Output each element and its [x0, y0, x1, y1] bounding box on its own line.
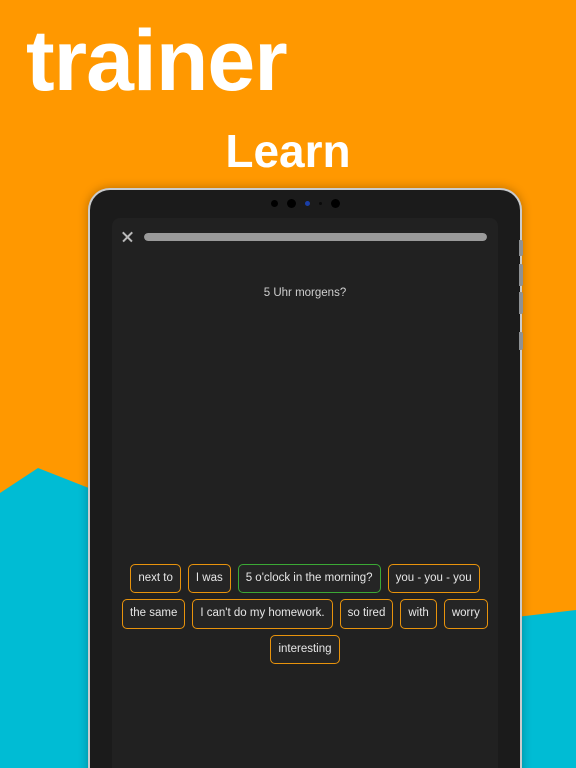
answer-chip[interactable]: interesting	[270, 634, 340, 664]
question-prompt: 5 Uhr morgens?	[263, 287, 347, 299]
brand-title: trainer	[26, 13, 288, 109]
camera-dot-icon	[330, 199, 340, 208]
close-icon[interactable]	[121, 230, 134, 243]
camera-dot-icon	[270, 200, 278, 207]
page-subtitle: Learn	[225, 125, 351, 177]
camera-dot-icon	[286, 199, 296, 208]
answer-chip[interactable]: the same	[122, 599, 186, 629]
tablet-top-bezel	[90, 190, 520, 218]
lesson-top-bar	[112, 218, 498, 246]
answer-chip[interactable]: 5 o'clock in the morning?	[237, 563, 381, 593]
prompt-area: 5 Uhr morgens?	[112, 246, 498, 301]
sensor-cluster	[90, 199, 520, 208]
sensor-dot-blue-icon	[304, 201, 310, 206]
answer-choice-row: the same I can't do my homework. so tired w…	[122, 599, 488, 629]
answer-chip[interactable]: next to	[130, 563, 181, 593]
answer-choices: next to I was 5 o'clock in the morning? you…	[112, 563, 498, 671]
answer-chip[interactable]: I can't do my homework.	[192, 599, 333, 629]
headline-block: trainer Learn	[0, 0, 576, 174]
lesson-progress-fill	[144, 232, 487, 241]
volume-down-button[interactable]	[519, 264, 523, 286]
app-store-screenshot: trainer Learn 5 Uhr morgens? next to I w…	[0, 0, 576, 768]
tablet-body: 5 Uhr morgens? next to I was 5 o'clock in …	[90, 190, 523, 768]
answer-chip[interactable]: with	[400, 599, 437, 629]
answer-choice-row: next to I was 5 o'clock in the morning? you…	[122, 563, 488, 593]
tablet-screen: 5 Uhr morgens? next to I was 5 o'clock in …	[112, 218, 498, 768]
screen-spacer	[112, 301, 498, 564]
sim-tray[interactable]	[519, 332, 523, 350]
answer-chip[interactable]: worry	[443, 599, 488, 629]
sensor-dot-small-icon	[318, 202, 322, 205]
volume-up-button[interactable]	[519, 240, 523, 256]
answer-choice-row: interesting	[122, 634, 488, 664]
lesson-progress-bar	[144, 232, 487, 241]
answer-chip[interactable]: you - you - you	[387, 563, 480, 593]
answer-chip[interactable]: so tired	[339, 599, 394, 629]
answer-chip[interactable]: I was	[187, 563, 231, 593]
power-button[interactable]	[519, 292, 523, 314]
tablet-device: 5 Uhr morgens? next to I was 5 o'clock in …	[88, 188, 523, 768]
